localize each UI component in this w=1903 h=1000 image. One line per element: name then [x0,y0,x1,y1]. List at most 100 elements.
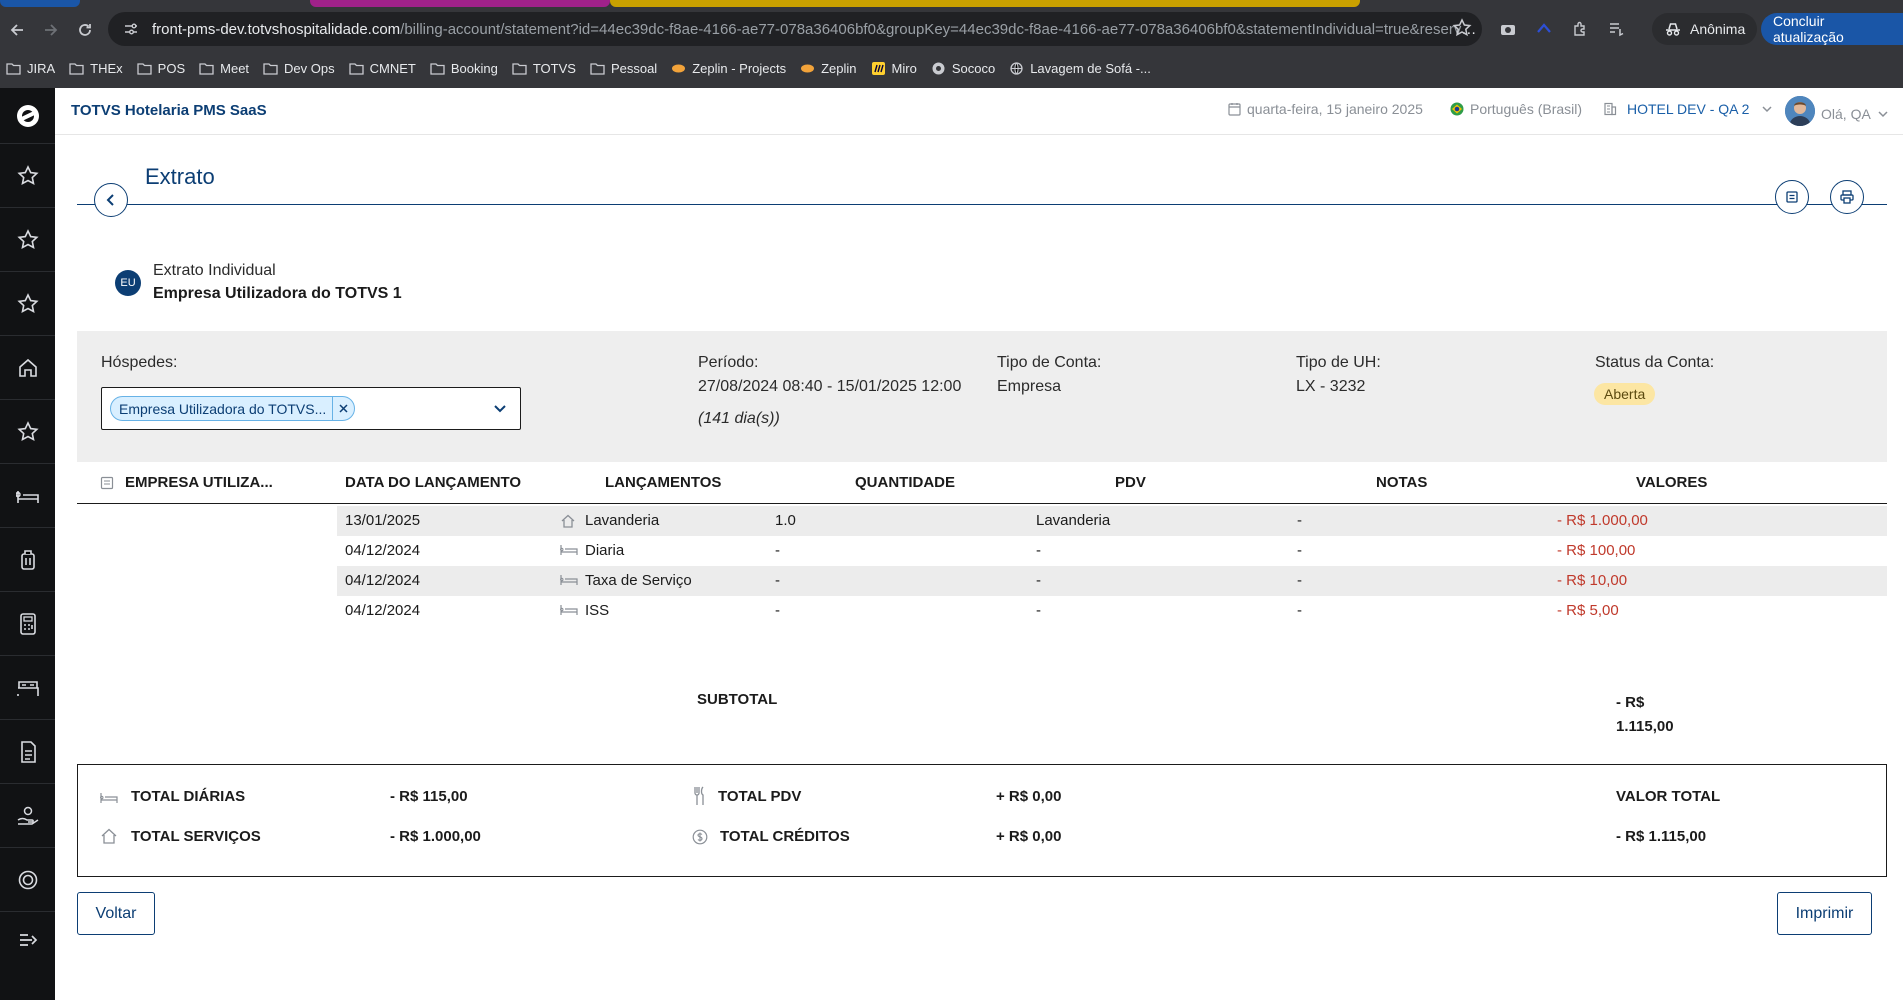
forward-nav-icon[interactable] [34,13,68,47]
star-icon [16,292,39,313]
notes-circle-button[interactable] [1775,180,1809,214]
bookmark-sococo[interactable]: Sococo [931,61,995,76]
chevron-down-icon [1762,106,1772,113]
folder-icon [199,62,214,75]
holder-initials-badge: EU [115,270,141,296]
extension-shield-icon[interactable] [1530,15,1558,43]
sidebar [0,88,55,1000]
bookmark-zeplin-projects[interactable]: Zeplin - Projects [671,61,786,76]
sidebar-item-luggage[interactable] [0,528,55,592]
folder-icon [263,62,278,75]
house-icon [100,827,118,850]
total-creditos-value: + R$ 0,00 [996,828,1062,845]
bookmark-lavagem[interactable]: Lavagem de Sofá -... [1009,61,1151,76]
uh-type-label: Tipo de UH: [1296,354,1381,371]
print-circle-button[interactable] [1830,180,1864,214]
folder-icon [348,62,364,75]
back-button[interactable]: Voltar [77,892,155,935]
status-label: Status da Conta: [1595,354,1715,371]
print-button[interactable]: Imprimir [1777,892,1872,935]
incognito-icon [1666,23,1680,36]
chevron-down-icon [1878,110,1888,117]
main-content: Extrato EU Extrato Individual Empresa Ut… [55,135,1903,1000]
period-days: (141 dia(s)) [698,410,780,427]
table-row[interactable]: 04/12/2024 Diaria - - - - R$ 100,00 [337,536,1887,566]
bookmark-zeplin[interactable]: Zeplin [800,61,857,76]
bookmark-star-icon[interactable] [1452,18,1472,42]
star-icon [16,420,39,441]
page-title: Extrato [145,164,215,189]
bookmark-miro[interactable]: Miro [871,61,917,76]
total-pdv-value: + R$ 0,00 [996,788,1062,805]
guest-chip[interactable]: Empresa Utilizadora do TOTVS... [110,396,356,421]
remove-guest-icon[interactable] [332,397,354,420]
sidebar-item-documents[interactable] [0,720,55,784]
total-servicos-value: - R$ 1.000,00 [390,828,481,845]
sidebar-item-calculator[interactable] [0,592,55,656]
bookmark-pos[interactable]: POS [137,61,185,76]
table-row[interactable]: 13/01/2025 Lavanderia 1.0 Lavanderia - -… [337,506,1887,536]
update-button[interactable]: Concluir atualização [1761,13,1903,45]
total-pdv-label: TOTAL PDV [718,788,802,805]
table-row[interactable]: 04/12/2024 ISS - - - - R$ 5,00 [337,596,1887,626]
building-icon [1604,102,1617,116]
folder-icon [69,62,84,75]
sidebar-item-favorite-3[interactable] [0,272,55,336]
user-menu[interactable]: Olá, QA [1785,96,1889,126]
url-text: front-pms-dev.totvshospitalidade.com/bil… [152,20,1482,38]
star-icon [16,228,39,249]
column-header-date: DATA DO LANÇAMENTO [345,474,522,491]
sidebar-item-home[interactable] [0,336,55,400]
subtotal-value: - R$ 1.115,00 [1616,694,1674,735]
site-settings-icon[interactable] [122,20,140,38]
language-selector[interactable]: Português (Brasil) [1450,101,1582,117]
chevron-down-icon[interactable] [492,400,508,421]
browser-chrome: front-pms-dev.totvshospitalidade.com/bil… [0,0,1903,88]
sidebar-item-target[interactable] [0,848,55,912]
bed-icon [15,490,39,503]
valor-total-value: - R$ 1.115,00 [1616,828,1707,845]
bookmark-pessoal[interactable]: Pessoal [590,61,657,76]
calculator-icon [19,612,36,635]
guests-select[interactable]: Empresa Utilizadora do TOTVS... [101,387,521,430]
period-label: Período: [698,354,759,371]
bookmark-totvs[interactable]: TOTVS [512,61,576,76]
account-type-label: Tipo de Conta: [997,354,1102,371]
sidebar-item-reservations[interactable] [0,464,55,528]
bookmark-booking[interactable]: Booking [430,61,498,76]
globe-icon [1010,61,1023,75]
total-diarias-value: - R$ 115,00 [390,788,468,805]
sidebar-item-hand-money[interactable] [0,784,55,848]
bookmark-devops[interactable]: Dev Ops [263,61,335,76]
tab-indicator [0,0,80,7]
sidebar-item-favorite-1[interactable] [0,144,55,208]
reload-icon[interactable] [68,13,102,47]
media-control-icon[interactable] [1602,15,1630,43]
incognito-indicator[interactable]: Anônima [1652,13,1758,45]
bed-icon [100,791,118,810]
account-type-value: Empresa [997,378,1062,395]
sidebar-item-favorite-4[interactable] [0,400,55,464]
bookmark-meet[interactable]: Meet [199,61,249,76]
status-badge: Aberta [1594,383,1656,405]
list-icon [100,476,114,495]
bookmark-thex[interactable]: THEx [69,61,123,76]
bookmark-jira[interactable]: JIRA [6,61,55,76]
sidebar-item-rooms[interactable] [0,656,55,720]
camera-icon[interactable] [1494,15,1522,43]
back-nav-icon[interactable] [0,13,34,47]
sidebar-expand[interactable] [0,912,55,968]
bookmark-cmnet[interactable]: CMNET [348,61,416,76]
back-circle-button[interactable] [94,183,128,217]
sidebar-logo[interactable] [0,88,55,144]
sococo-icon [932,62,945,74]
hotel-selector[interactable]: HOTEL DEV - QA 2 [1603,101,1773,117]
table-row[interactable]: 04/12/2024 Taxa de Serviço - - - - R$ 10… [337,566,1887,596]
uh-type-value: LX - 3232 [1296,378,1366,395]
extensions-puzzle-icon[interactable] [1566,15,1594,43]
folder-icon [512,62,527,75]
column-header-company: EMPRESA UTILIZA... [125,474,273,491]
address-bar[interactable]: front-pms-dev.totvshospitalidade.com/bil… [108,12,1482,46]
app: TOTVS Hotelaria PMS SaaS quarta-feira, 1… [0,88,1903,1000]
sidebar-item-favorite-2[interactable] [0,208,55,272]
